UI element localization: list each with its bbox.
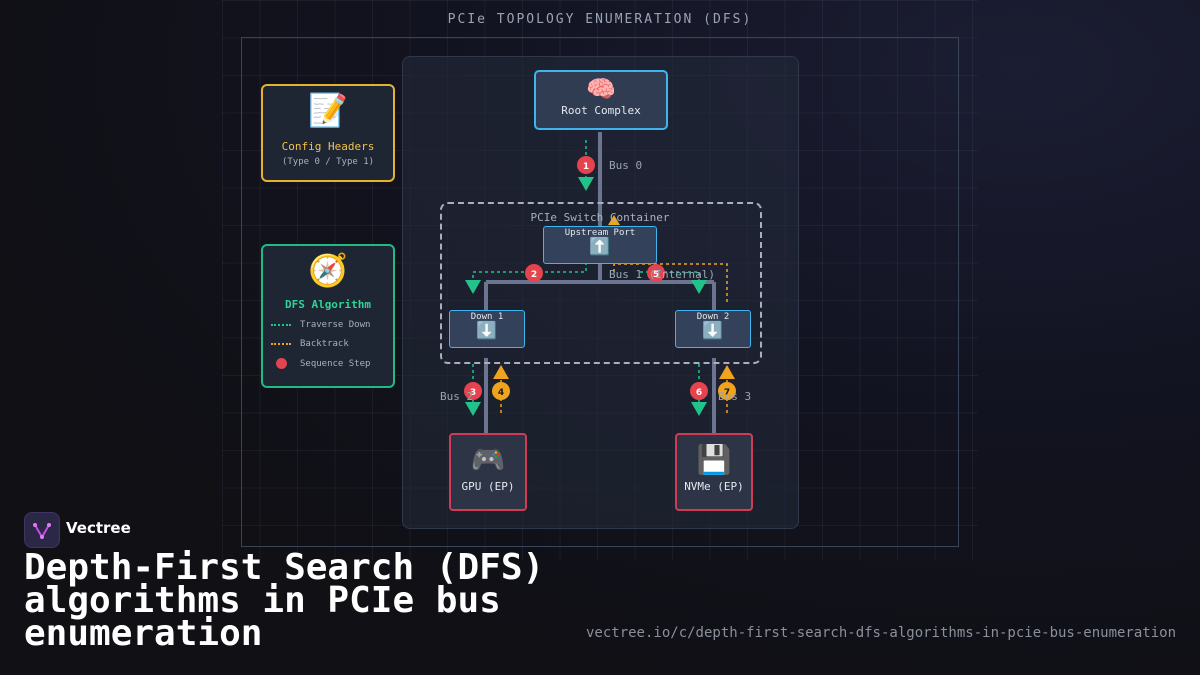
traverse-arrow-6	[691, 402, 707, 416]
brain-icon: 🧠	[586, 75, 616, 103]
vectree-logo-icon	[33, 523, 51, 539]
downstream-port-2-node: Down 2 ⬇️	[675, 310, 751, 348]
root-complex-node: 🧠 Root Complex	[534, 70, 668, 130]
bus3-label: Bus 3	[718, 390, 752, 403]
bus1-label: Bus 1 (Internal)	[609, 268, 715, 281]
compass-icon: 🧭	[308, 251, 348, 289]
downstream-port-1-node: Down 1 ⬇️	[449, 310, 525, 348]
svg-text:4: 4	[498, 388, 504, 398]
game-controller-icon: 🎮	[470, 443, 506, 476]
step-badge-4: 4	[492, 382, 510, 400]
legend-label-backtrack: Backtrack	[300, 339, 349, 349]
traverse-arrow-3	[465, 402, 481, 416]
legend-label-traverse: Traverse Down	[300, 320, 371, 330]
down-arrow-icon: ⬇️	[476, 321, 498, 341]
step-key	[271, 358, 291, 369]
step-badge-6: 6	[690, 382, 708, 400]
nvme-label: NVMe (EP)	[684, 480, 744, 493]
legend-item-backtrack: Backtrack	[271, 339, 349, 349]
gpu-label: GPU (EP)	[461, 480, 515, 493]
traverse-key	[271, 323, 291, 326]
dfs-legend-card: 🧭 DFS Algorithm Traverse Down Backtrack …	[261, 244, 395, 388]
legend-item-step: Sequence Step	[271, 358, 370, 369]
bus2-label: Bus 2	[440, 390, 474, 403]
down-arrow-icon: ⬇️	[702, 321, 724, 341]
floppy-disk-icon: 💾	[696, 443, 732, 476]
upstream-port-node: Upstream Port ⬆️	[543, 226, 657, 264]
traverse-arrow-1	[578, 177, 594, 191]
up-arrow-icon: ⬆️	[589, 237, 611, 257]
dfs-legend-title: DFS Algorithm	[284, 298, 372, 311]
legend-label-step: Sequence Step	[300, 359, 371, 369]
gpu-endpoint-node: 🎮 GPU (EP)	[449, 433, 527, 511]
config-headers-subtitle: (Type 0 / Type 1)	[281, 157, 375, 167]
backtrack-key	[271, 342, 291, 345]
switch-container-label: PCIe Switch Container	[530, 211, 670, 224]
step-badge-1: 1	[577, 156, 595, 174]
config-headers-card: 📝 Config Headers (Type 0 / Type 1)	[261, 84, 395, 182]
svg-text:6: 6	[696, 388, 702, 398]
backtrack-arrow-7	[719, 365, 735, 379]
config-headers-title: Config Headers	[281, 140, 375, 153]
brand-name: Vectree	[66, 519, 131, 537]
vectree-logo	[24, 512, 60, 548]
svg-text:1: 1	[583, 162, 589, 172]
root-complex-label: Root Complex	[561, 104, 641, 117]
nvme-endpoint-node: 💾 NVMe (EP)	[675, 433, 753, 511]
headline: Depth-First Search (DFS) algorithms in P…	[24, 547, 545, 654]
source-url[interactable]: vectree.io/c/depth-first-search-dfs-algo…	[586, 625, 1176, 641]
backtrack-arrow-4	[493, 365, 509, 379]
memo-icon: 📝	[308, 91, 348, 129]
legend-item-traverse: Traverse Down	[271, 320, 370, 330]
bus0-label: Bus 0	[609, 159, 643, 172]
